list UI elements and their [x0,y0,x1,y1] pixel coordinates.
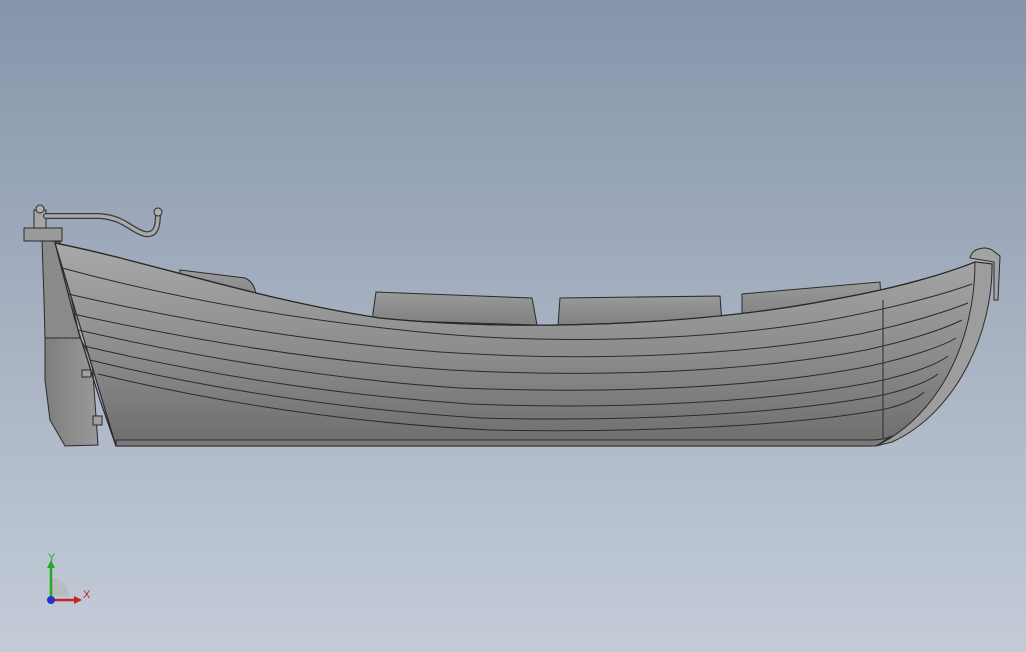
boat-model[interactable] [0,0,1026,652]
axis-triad: Y X [30,548,100,618]
x-axis-label: X [83,589,91,601]
y-axis-label: Y [48,552,56,564]
graphics-viewport[interactable]: Y X [0,0,1026,652]
tiller-cable [23,204,163,242]
axis-triad-graphic [47,560,82,604]
z-axis-marker [47,596,55,604]
